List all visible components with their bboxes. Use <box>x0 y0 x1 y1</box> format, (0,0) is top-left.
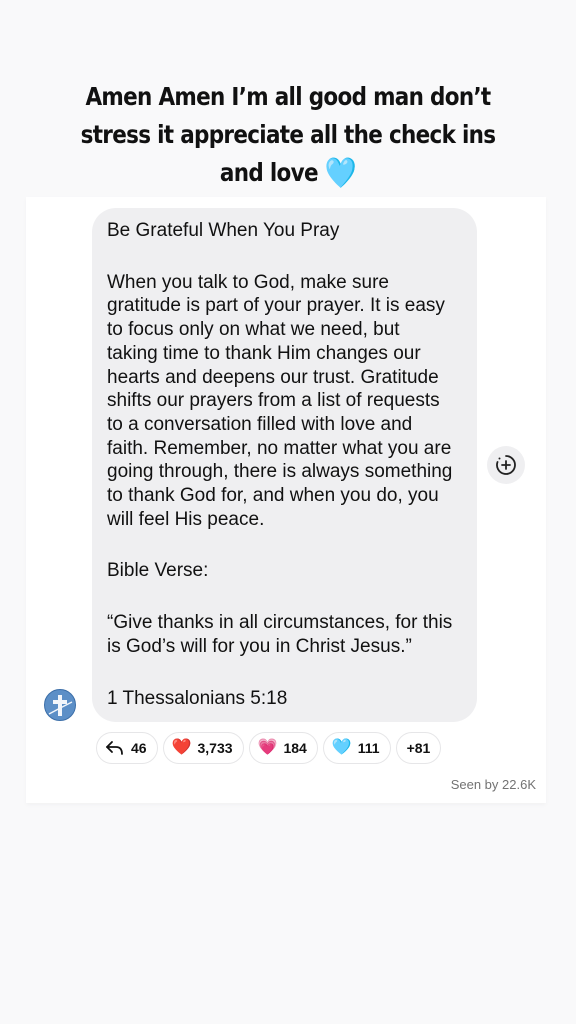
sparkling-heart-icon: 💗 <box>257 739 278 756</box>
light-blue-heart-count: 111 <box>357 740 380 756</box>
message-title: Be Grateful When You Pray <box>107 220 340 241</box>
light-blue-heart-icon: 🩵 <box>331 739 352 756</box>
red-heart-icon: ❤️ <box>171 739 192 756</box>
sparkling-heart-count: 184 <box>283 740 307 756</box>
add-circle-icon <box>496 455 516 475</box>
light-blue-heart-reaction-pill[interactable]: 🩵 111 <box>322 732 391 764</box>
bible-verse-label: Bible Verse: <box>107 560 209 582</box>
story-caption-text: Amen Amen I’m all good man don’t stress … <box>80 82 496 187</box>
red-heart-reaction-pill[interactable]: ❤️ 3,733 <box>162 732 244 764</box>
reply-reaction-pill[interactable]: 46 <box>96 732 158 764</box>
seen-by-count: Seen by 22.6K <box>450 777 536 792</box>
sparkling-heart-reaction-pill[interactable]: 💗 184 <box>248 732 318 764</box>
message-body: When you talk to God, make sure gratitud… <box>107 271 453 530</box>
reply-count: 46 <box>131 740 147 756</box>
story-caption: Amen Amen I’m all good man don’t stress … <box>40 78 535 193</box>
reply-arrow-icon <box>106 741 123 755</box>
message-bubble: Be Grateful When You Pray When you talk … <box>92 208 477 722</box>
more-reactions-pill[interactable]: +81 <box>395 732 442 764</box>
cross-icon <box>48 695 73 716</box>
bible-verse-reference: 1 Thessalonians 5:18 <box>107 687 288 709</box>
red-heart-count: 3,733 <box>197 740 233 756</box>
more-reactions-count: +81 <box>406 740 431 756</box>
reaction-bar: 46 ❤️ 3,733 💗 184 🩵 111 +81 <box>96 732 446 764</box>
shared-message-card: Be Grateful When You Pray When you talk … <box>26 197 546 803</box>
avatar[interactable] <box>44 689 76 721</box>
add-reaction-button[interactable] <box>487 446 525 484</box>
bible-verse-quote: “Give thanks in all circumstances, for t… <box>107 612 453 657</box>
light-blue-heart-emoji: 🩵 <box>324 156 357 191</box>
